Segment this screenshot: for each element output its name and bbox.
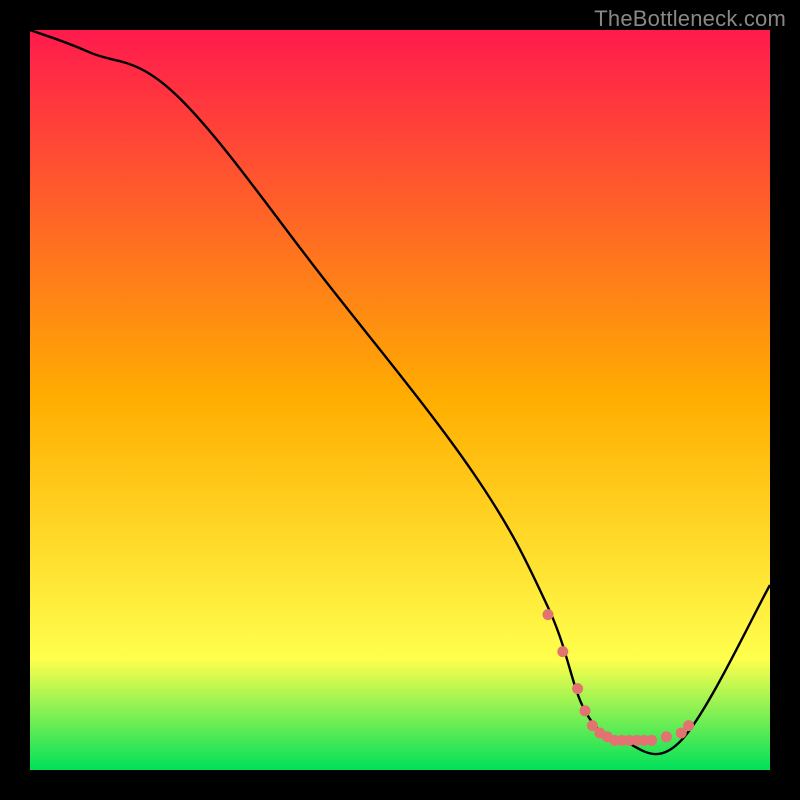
highlight-point	[572, 683, 583, 694]
chart-svg	[30, 30, 770, 770]
highlight-point	[661, 731, 672, 742]
highlight-point	[580, 705, 591, 716]
highlight-point	[646, 735, 657, 746]
highlight-point	[683, 720, 694, 731]
highlight-point	[557, 646, 568, 657]
highlight-point	[543, 609, 554, 620]
gradient-background	[30, 30, 770, 770]
plot-area	[30, 30, 770, 770]
chart-container: TheBottleneck.com	[0, 0, 800, 800]
attribution-label: TheBottleneck.com	[594, 6, 786, 32]
